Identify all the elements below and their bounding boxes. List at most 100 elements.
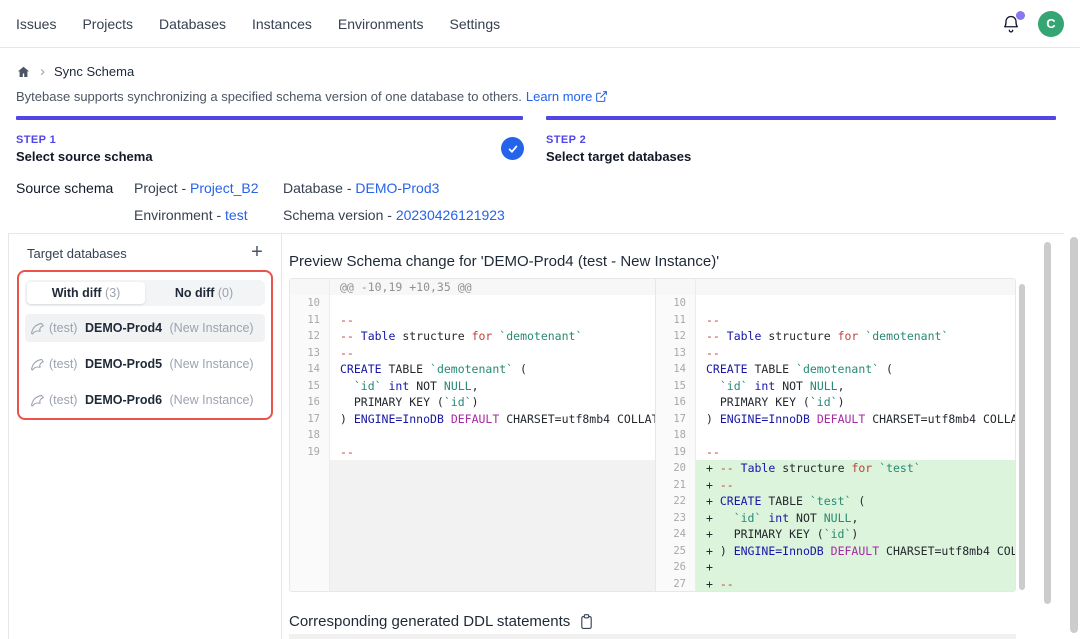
project-link[interactable]: Project_B2 xyxy=(190,180,258,196)
diff-line-23: 23+ `id` int NOT NULL, xyxy=(656,510,1015,527)
ddl-section-header: Corresponding generated DDL statements xyxy=(289,613,594,630)
add-target-database-button[interactable]: + xyxy=(246,241,268,263)
schema-diff-editor: @@ -10,19 +10,35 @@1011--12-- Table stru… xyxy=(289,278,1016,592)
nav-item-environments[interactable]: Environments xyxy=(338,16,424,32)
diff-pane-original[interactable]: @@ -10,19 +10,35 @@1011--12-- Table stru… xyxy=(290,279,656,591)
schema-version-link[interactable]: 20230426121923 xyxy=(396,207,505,223)
diff-line-16: 16 PRIMARY KEY (`id`) xyxy=(290,394,655,411)
diff-tabs: With diff (3)No diff (0) xyxy=(25,280,265,306)
db-name: DEMO-Prod4 xyxy=(85,321,162,335)
step1-progress-bar xyxy=(16,116,523,120)
db-note: (New Instance) xyxy=(166,357,254,371)
db-name: DEMO-Prod5 xyxy=(85,357,162,371)
environment-label: Environment - xyxy=(134,207,225,223)
learn-more-label: Learn more xyxy=(526,89,592,104)
diff-line-11: 11-- xyxy=(290,312,655,329)
content-scrollbar[interactable] xyxy=(1070,237,1078,633)
tab-count: (3) xyxy=(105,286,120,300)
diff-alignment-filler xyxy=(290,460,655,591)
clipboard-icon xyxy=(579,613,594,630)
diff-line-21: 21+ -- xyxy=(656,477,1015,494)
diff-line-12: 12-- Table structure for `demotenant` xyxy=(290,328,655,345)
nav-item-projects[interactable]: Projects xyxy=(82,16,133,32)
copy-ddl-button[interactable] xyxy=(579,613,594,630)
step2-progress-bar xyxy=(546,116,1056,120)
notification-bell-button[interactable] xyxy=(1000,13,1022,35)
source-database-field: Database - DEMO-Prod3 xyxy=(283,180,439,196)
diff-hunk-header: @@ -10,19 +10,35 @@ xyxy=(290,279,655,295)
diff-pane-modified[interactable]: 1011--12-- Table structure for `demotena… xyxy=(656,279,1015,591)
source-project-field: Project - Project_B2 xyxy=(134,180,259,196)
db-environment: (test) xyxy=(49,393,81,407)
diff-line-18: 18 xyxy=(290,427,655,444)
ddl-code-block-edge xyxy=(289,634,1016,639)
diff-line-22: 22+ CREATE TABLE `test` ( xyxy=(656,493,1015,510)
notification-dot xyxy=(1016,11,1025,20)
target-database-demo-prod4[interactable]: (test) DEMO-Prod4 (New Instance) xyxy=(25,314,265,342)
db-note: (New Instance) xyxy=(166,393,254,407)
ddl-title: Corresponding generated DDL statements xyxy=(289,613,570,630)
step2-title: Select target databases xyxy=(546,149,691,164)
topnav-right: C xyxy=(1000,11,1064,37)
target-databases-title: Target databases xyxy=(27,246,127,261)
external-link-icon xyxy=(595,90,608,103)
step1-label: STEP 1 xyxy=(16,134,56,146)
preview-panel-scrollbar[interactable] xyxy=(1044,242,1051,604)
diff-line-14: 14CREATE TABLE `demotenant` ( xyxy=(290,361,655,378)
database-link[interactable]: DEMO-Prod3 xyxy=(355,180,439,196)
diff-editor-scrollbar[interactable] xyxy=(1019,284,1025,590)
diff-line-16: 16 PRIMARY KEY (`id`) xyxy=(656,394,1015,411)
diff-hunk-header xyxy=(656,279,1015,295)
db-environment: (test) xyxy=(49,321,81,335)
diff-line-19: 19-- xyxy=(290,444,655,461)
tab-label: With diff xyxy=(52,286,105,300)
diff-line-24: 24+ PRIMARY KEY (`id`) xyxy=(656,526,1015,543)
target-database-demo-prod5[interactable]: (test) DEMO-Prod5 (New Instance) xyxy=(25,350,265,378)
diff-line-25: 25+ ) ENGINE=InnoDB DEFAULT CHARSET=utf8… xyxy=(656,543,1015,560)
diff-line-13: 13-- xyxy=(290,345,655,362)
intro-text: Bytebase supports synchronizing a specif… xyxy=(16,89,608,104)
nav-item-databases[interactable]: Databases xyxy=(159,16,226,32)
nav-item-instances[interactable]: Instances xyxy=(252,16,312,32)
diff-line-11: 11-- xyxy=(656,312,1015,329)
breadcrumb-current: Sync Schema xyxy=(54,64,134,79)
diff-line-10: 10 xyxy=(290,295,655,312)
source-environment-field: Environment - test xyxy=(134,207,248,223)
database-label: Database - xyxy=(283,180,355,196)
mysql-icon xyxy=(30,357,45,372)
source-schema-label: Source schema xyxy=(16,180,113,196)
nav-menu: Issues Projects Databases Instances Environm… xyxy=(16,16,500,32)
nav-item-issues[interactable]: Issues xyxy=(16,16,56,32)
breadcrumb-chevron-icon: › xyxy=(40,64,45,79)
tab-with-diff[interactable]: With diff (3) xyxy=(27,282,145,304)
diff-line-10: 10 xyxy=(656,295,1015,312)
mysql-icon xyxy=(30,393,45,408)
diff-line-15: 15 `id` int NOT NULL, xyxy=(656,378,1015,395)
diff-line-17: 17) ENGINE=InnoDB DEFAULT CHARSET=utf8mb… xyxy=(656,411,1015,428)
diff-line-27: 27+ -- xyxy=(656,576,1015,592)
step1-title: Select source schema xyxy=(16,149,153,164)
card-left-border xyxy=(8,233,9,639)
target-database-demo-prod6[interactable]: (test) DEMO-Prod6 (New Instance) xyxy=(25,386,265,414)
learn-more-link[interactable]: Learn more xyxy=(526,89,608,104)
target-databases-selection: With diff (3)No diff (0) (test) DEMO-Pro… xyxy=(17,270,273,420)
diff-line-26: 26+ xyxy=(656,559,1015,576)
source-schema-version-field: Schema version - 20230426121923 xyxy=(283,207,505,223)
sync-schema-page: Issues Projects Databases Instances Environm… xyxy=(0,0,1080,639)
avatar[interactable]: C xyxy=(1038,11,1064,37)
project-label: Project - xyxy=(134,180,190,196)
mysql-icon xyxy=(30,321,45,336)
diff-line-18: 18 xyxy=(656,427,1015,444)
target-database-list: (test) DEMO-Prod4 (New Instance)(test) D… xyxy=(25,306,265,414)
step1-complete-icon xyxy=(501,137,524,160)
intro-description: Bytebase supports synchronizing a specif… xyxy=(16,89,522,104)
home-icon[interactable] xyxy=(16,65,31,79)
schema-version-label: Schema version - xyxy=(283,207,396,223)
db-environment: (test) xyxy=(49,357,81,371)
tab-no-diff[interactable]: No diff (0) xyxy=(145,282,263,304)
environment-link[interactable]: test xyxy=(225,207,248,223)
diff-line-15: 15 `id` int NOT NULL, xyxy=(290,378,655,395)
diff-line-14: 14CREATE TABLE `demotenant` ( xyxy=(656,361,1015,378)
diff-line-17: 17) ENGINE=InnoDB DEFAULT CHARSET=utf8mb… xyxy=(290,411,655,428)
nav-item-settings[interactable]: Settings xyxy=(450,16,501,32)
